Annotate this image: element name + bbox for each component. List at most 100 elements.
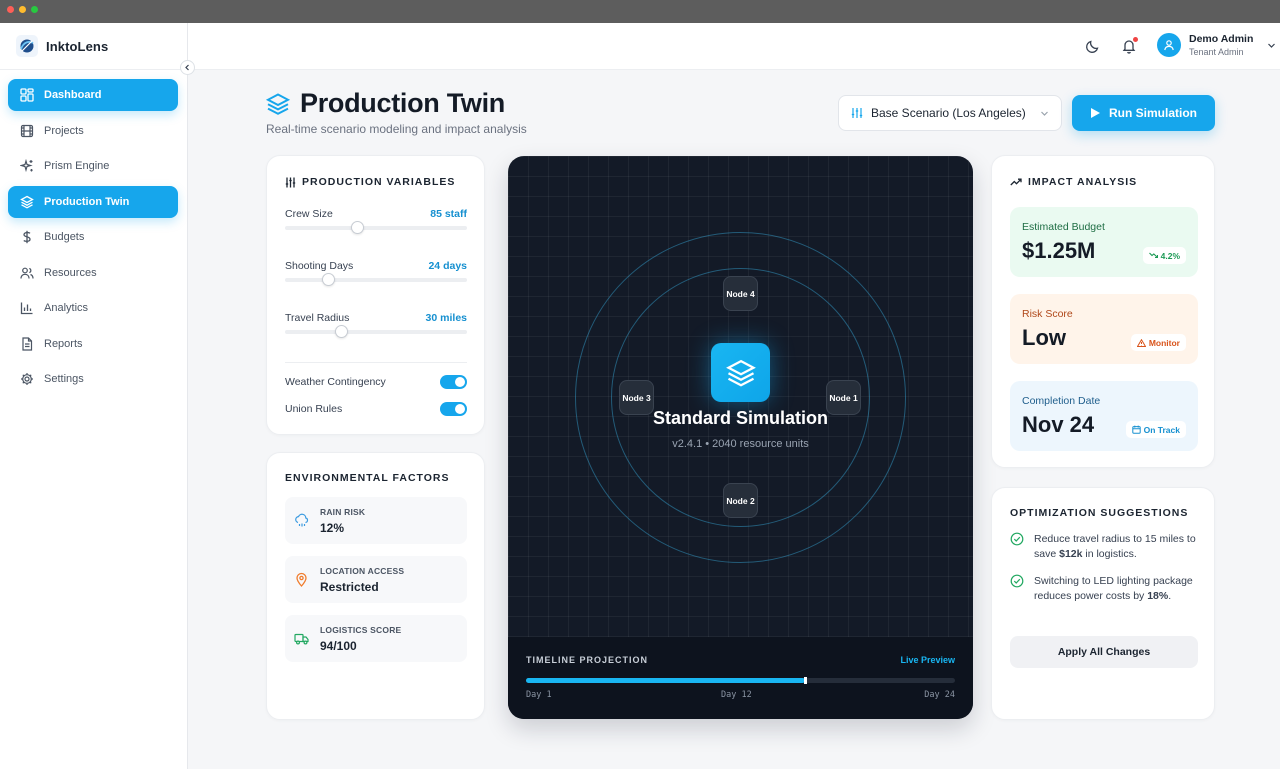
apply-all-changes-button[interactable]: Apply All Changes	[1010, 636, 1198, 668]
moon-icon[interactable]	[1085, 38, 1101, 54]
sidebar-item-label: Reports	[44, 337, 83, 350]
notification-badge	[1133, 37, 1138, 42]
variable-shooting-days: Shooting Days 24 days	[285, 260, 467, 286]
sidebar-item-label: Production Twin	[44, 195, 130, 208]
variable-value: 85 staff	[430, 208, 467, 220]
sidebar-item-settings[interactable]: Settings	[8, 363, 178, 395]
sidebar-item-prism-engine[interactable]: Prism Engine	[8, 150, 178, 182]
slider-thumb[interactable]	[351, 221, 365, 234]
brand-name: InktoLens	[46, 38, 109, 54]
env-label: RAIN RISK	[320, 507, 366, 517]
node-4[interactable]: Node 4	[723, 276, 758, 311]
chevron-down-icon	[1268, 43, 1276, 48]
timeline-cursor[interactable]	[803, 677, 807, 684]
travel-radius-slider[interactable]	[285, 325, 467, 338]
window-maximize-button[interactable]	[31, 6, 38, 13]
metric-value: Low	[1022, 325, 1066, 350]
avatar	[1157, 33, 1181, 57]
union-rules-switch[interactable]	[440, 402, 467, 416]
sidebar-item-label: Budgets	[44, 231, 85, 243]
variable-crew-size: Crew Size 85 staff	[285, 208, 467, 234]
simulation-core[interactable]	[711, 343, 770, 402]
warning-icon	[1136, 338, 1146, 347]
metric-value: Nov 24	[1022, 412, 1095, 437]
toggle-label: Weather Contingency	[285, 376, 386, 388]
variable-value: 24 days	[428, 260, 467, 272]
suggestion-highlight: 18%	[1147, 589, 1169, 602]
sidebar-item-dashboard[interactable]: Dashboard	[8, 79, 178, 111]
window-minimize-button[interactable]	[19, 6, 26, 13]
environmental-factors-card: ENVIRONMENTAL FACTORS RAIN RISK 12% LOCA…	[266, 452, 485, 720]
suggestion-text: in logistics.	[1082, 547, 1137, 560]
node-2[interactable]: Node 2	[723, 483, 758, 518]
sidebar-item-budgets[interactable]: Budgets	[8, 221, 178, 253]
layers-icon	[266, 92, 290, 115]
timeline-track[interactable]	[526, 677, 955, 684]
map-pin-icon	[296, 572, 307, 587]
card-title-text: PRODUCTION VARIABLES	[302, 176, 456, 188]
metric-completion-date[interactable]: Completion Date Nov 24 On Track	[1010, 381, 1198, 451]
metric-label: Estimated Budget	[1022, 221, 1105, 233]
status-badge: On Track	[1125, 421, 1186, 438]
film-icon	[20, 124, 34, 137]
card-title: OPTIMIZATION SUGGESTIONS	[1010, 507, 1189, 519]
simulation-canvas[interactable]: Node 4 Node 1 Node 3 Node 2 Standard Sim…	[508, 156, 973, 719]
sidebar-item-production-twin[interactable]: Production Twin	[8, 185, 178, 218]
env-rain-risk: RAIN RISK 12%	[285, 497, 467, 544]
bar-chart-icon	[20, 302, 33, 315]
card-title: PRODUCTION VARIABLES	[285, 176, 455, 188]
sidebar-item-reports[interactable]: Reports	[8, 328, 178, 360]
cloud-rain-icon	[295, 513, 309, 527]
metric-risk-score[interactable]: Risk Score Low Monitor	[1010, 294, 1198, 364]
user-name: Demo Admin	[1189, 33, 1254, 45]
user-role: Tenant Admin	[1189, 47, 1244, 57]
crew-size-slider[interactable]	[285, 221, 467, 234]
sidebar-item-analytics[interactable]: Analytics	[8, 292, 178, 324]
gear-icon	[21, 373, 33, 385]
sidebar-collapse-button[interactable]	[180, 60, 195, 75]
env-location-access: LOCATION ACCESS Restricted	[285, 556, 467, 603]
timeline-tick-start: Day 1	[526, 690, 552, 700]
window-close-button[interactable]	[7, 6, 14, 13]
env-value: 12%	[320, 521, 345, 535]
sidebar-item-projects[interactable]: Projects	[8, 115, 178, 147]
brand[interactable]: InktoLens	[16, 35, 108, 57]
top-header: Demo Admin Tenant Admin	[188, 23, 1280, 70]
shooting-days-slider[interactable]	[285, 273, 467, 286]
chevron-down-icon	[1041, 111, 1048, 116]
sidebar-item-resources[interactable]: Resources	[8, 257, 178, 289]
suggestion-text: .	[1168, 589, 1172, 602]
scenario-select[interactable]: Base Scenario (Los Angeles)	[838, 95, 1062, 131]
sliders-icon	[285, 177, 296, 187]
sidebar-item-label: Dashboard	[44, 89, 102, 101]
layers-icon	[725, 359, 756, 387]
trend-up-icon	[1010, 178, 1022, 186]
env-label: LOCATION ACCESS	[320, 566, 405, 576]
toggle-union-rules: Union Rules	[285, 401, 467, 417]
slider-thumb[interactable]	[334, 325, 348, 338]
live-preview-link[interactable]: Live Preview	[900, 655, 955, 665]
weather-contingency-switch[interactable]	[440, 375, 467, 389]
variable-travel-radius: Travel Radius 30 miles	[285, 312, 467, 338]
card-title-text: IMPACT ANALYSIS	[1028, 176, 1138, 188]
variable-value: 30 miles	[425, 312, 467, 324]
metric-estimated-budget[interactable]: Estimated Budget $1.25M 4.2%	[1010, 207, 1198, 277]
timeline-projection: TIMELINE PROJECTION Live Preview Day 1 D…	[508, 637, 973, 719]
sidebar: InktoLens Dashboard Projects Prism Engin…	[0, 23, 188, 769]
user-menu[interactable]: Demo Admin Tenant Admin	[1157, 33, 1276, 57]
badge-text: 4.2%	[1160, 250, 1180, 261]
brand-divider	[0, 69, 188, 70]
dollar-icon	[23, 230, 31, 244]
run-simulation-button[interactable]: Run Simulation	[1072, 95, 1215, 131]
sliders-icon	[851, 108, 863, 118]
sparkles-icon	[20, 159, 33, 173]
slider-thumb[interactable]	[322, 273, 336, 286]
chevron-left-icon	[185, 64, 189, 71]
calendar-icon	[1131, 425, 1141, 434]
scenario-select-value: Base Scenario (Los Angeles)	[871, 106, 1026, 120]
timeline-progress	[526, 678, 805, 683]
toggle-label: Union Rules	[285, 403, 343, 415]
run-simulation-label: Run Simulation	[1109, 106, 1197, 120]
timeline-tick-mid: Day 12	[721, 690, 752, 700]
page-title: Production Twin	[300, 88, 505, 118]
